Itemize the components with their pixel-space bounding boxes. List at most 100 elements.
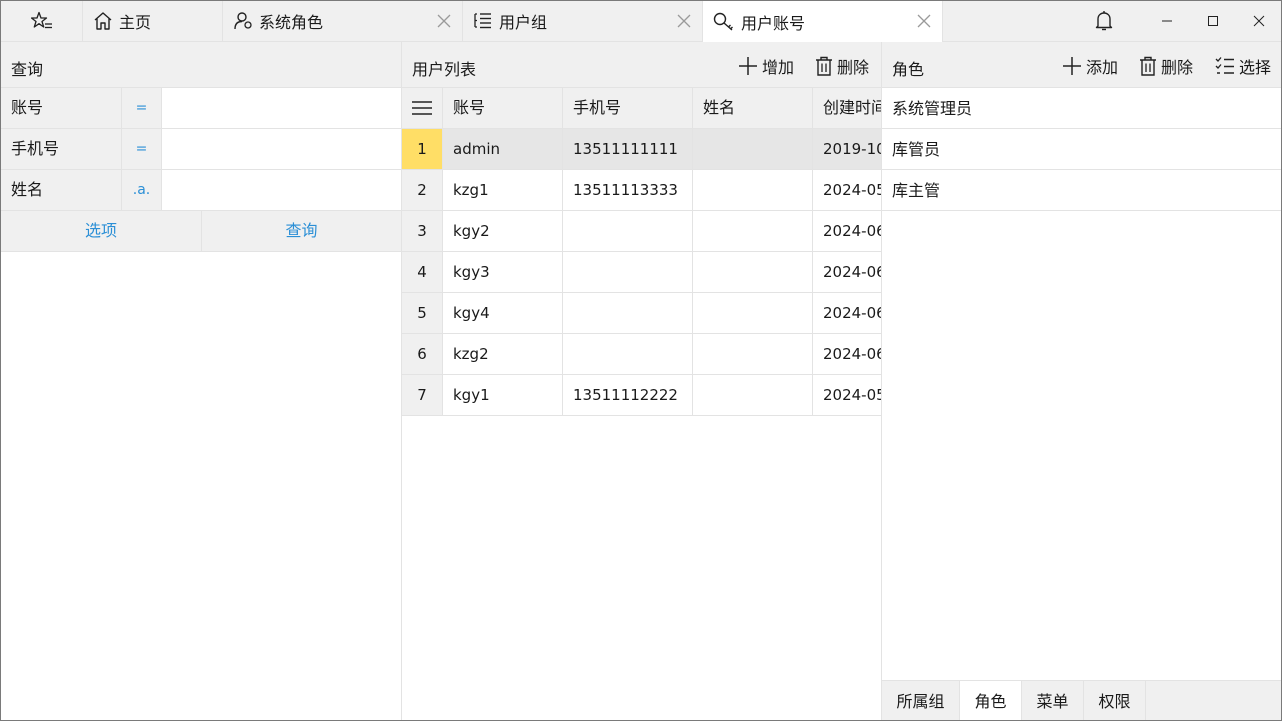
field-label: 手机号: [1, 129, 122, 169]
row-number: 6: [402, 334, 443, 374]
delete-user-button[interactable]: 删除: [815, 54, 869, 78]
table-row[interactable]: 3 kgy2 2024-06: [402, 211, 882, 252]
row-number: 5: [402, 293, 443, 333]
close-icon[interactable]: [436, 13, 452, 29]
tab-groups[interactable]: 所属组: [882, 681, 960, 720]
cell-created: 2024-05: [823, 181, 882, 199]
tab-user-account[interactable]: 用户账号: [703, 1, 943, 42]
cell-name: [693, 334, 813, 374]
table-row[interactable]: 6 kzg2 2024-06: [402, 334, 882, 375]
field-label: 姓名: [1, 170, 122, 210]
table-row[interactable]: 1 admin 13511111111 2019-10: [402, 129, 881, 170]
detail-tabs: 所属组 角色 菜单 权限: [882, 680, 1281, 720]
table-row[interactable]: 4 kgy3 2024-06: [402, 252, 882, 293]
app-window: 主页 系统角色 用户组 用户账号 查询 账号 = 手机号 = 姓名 .a. 选项…: [0, 0, 1282, 721]
row-menu-button[interactable]: [402, 88, 443, 128]
name-input[interactable]: [162, 170, 401, 210]
button-label: 删除: [1161, 58, 1194, 77]
panel-title: 角色: [892, 60, 925, 79]
user-list-panel: 用户列表 增加 删除 账号 手机号 姓名 创建时间 1 admin 1351111: [402, 42, 882, 720]
row-number: 3: [402, 211, 443, 251]
star-list-icon: [30, 11, 52, 29]
query-row-account: 账号 =: [1, 88, 401, 129]
role-list-item[interactable]: 库主管: [882, 170, 1281, 211]
notifications-button[interactable]: [1081, 1, 1127, 41]
account-input[interactable]: [162, 88, 401, 128]
trash-icon: [1140, 56, 1156, 76]
operator-button[interactable]: .a.: [122, 170, 162, 210]
cell-created: 2024-06: [823, 263, 882, 281]
tab-label: 用户组: [499, 13, 548, 32]
cell-account: kgy1: [443, 375, 563, 415]
close-icon[interactable]: [676, 13, 692, 29]
favorites-button[interactable]: [1, 1, 83, 41]
panel-title: 用户列表: [412, 60, 477, 79]
row-number: 1: [402, 129, 443, 169]
button-label: 增加: [762, 58, 795, 77]
table-row[interactable]: 2 kzg1 13511113333 2024-05: [402, 170, 882, 211]
cell-name: [693, 375, 813, 415]
role-list-item[interactable]: 系统管理员: [882, 88, 1281, 129]
user-role-icon: [234, 12, 252, 30]
tab-roles[interactable]: 角色: [960, 681, 1022, 720]
options-button[interactable]: 选项: [1, 211, 202, 252]
row-number: 7: [402, 375, 443, 415]
cell-account: kgy3: [443, 252, 563, 292]
table-row[interactable]: 5 kgy4 2024-06: [402, 293, 882, 334]
query-panel: 查询 账号 = 手机号 = 姓名 .a. 选项 查询: [1, 42, 402, 720]
column-header-created[interactable]: 创建时间: [813, 88, 881, 128]
cell-name: [693, 293, 813, 333]
table-row[interactable]: 7 kgy1 13511112222 2024-05: [402, 375, 882, 416]
tab-permissions[interactable]: 权限: [1084, 681, 1146, 720]
query-row-phone: 手机号 =: [1, 129, 401, 170]
tab-user-group[interactable]: 用户组: [463, 1, 703, 41]
close-window-button[interactable]: [1236, 1, 1281, 41]
button-label: 选择: [1239, 58, 1272, 77]
query-panel-header: 查询: [1, 42, 401, 88]
close-icon: [1253, 15, 1265, 27]
cell-created: 2024-05: [823, 386, 882, 404]
cell-account: admin: [443, 129, 563, 169]
list-tree-icon: [474, 13, 491, 29]
maximize-icon: [1208, 16, 1218, 26]
tab-system-role[interactable]: 系统角色: [223, 1, 463, 41]
plus-icon: [1063, 57, 1081, 75]
phone-input[interactable]: [162, 129, 401, 169]
maximize-button[interactable]: [1190, 1, 1236, 41]
cell-created: 2024-06: [823, 222, 882, 240]
cell-created: 2024-06: [823, 304, 882, 322]
cell-phone: [563, 334, 693, 374]
plus-icon: [739, 57, 757, 75]
tab-home[interactable]: 主页: [83, 1, 223, 41]
cell-created: 2024-06: [823, 345, 882, 363]
select-role-button[interactable]: 选择: [1215, 54, 1271, 78]
column-header-name[interactable]: 姓名: [693, 88, 813, 128]
bell-icon: [1095, 11, 1113, 31]
button-label: 删除: [837, 58, 870, 77]
add-role-button[interactable]: 添加: [1062, 54, 1118, 78]
title-bar: 主页 系统角色 用户组 用户账号: [1, 1, 1281, 42]
role-panel: 角色 添加 删除 选择 系统管理员 库管员 库主管 所属组 角色 菜单 权限: [882, 42, 1281, 720]
operator-button[interactable]: =: [122, 88, 162, 128]
column-header-phone[interactable]: 手机号: [563, 88, 693, 128]
column-header-account[interactable]: 账号: [443, 88, 563, 128]
cell-account: kzg2: [443, 334, 563, 374]
cell-phone: 13511113333: [563, 170, 693, 210]
key-icon: [713, 12, 733, 31]
row-number: 2: [402, 170, 443, 210]
cell-phone: 13511111111: [563, 129, 693, 169]
role-list-item[interactable]: 库管员: [882, 129, 1281, 170]
cell-account: kgy2: [443, 211, 563, 251]
close-icon[interactable]: [916, 13, 932, 29]
add-user-button[interactable]: 增加: [738, 54, 794, 78]
trash-icon: [816, 56, 832, 76]
minimize-button[interactable]: [1144, 1, 1190, 41]
delete-role-button[interactable]: 删除: [1139, 54, 1193, 78]
panel-title: 查询: [11, 60, 44, 79]
tab-menus[interactable]: 菜单: [1022, 681, 1084, 720]
row-number: 4: [402, 252, 443, 292]
home-icon: [94, 12, 112, 30]
operator-button[interactable]: =: [122, 129, 162, 169]
search-button[interactable]: 查询: [202, 211, 401, 252]
tab-label: 用户账号: [741, 13, 806, 33]
